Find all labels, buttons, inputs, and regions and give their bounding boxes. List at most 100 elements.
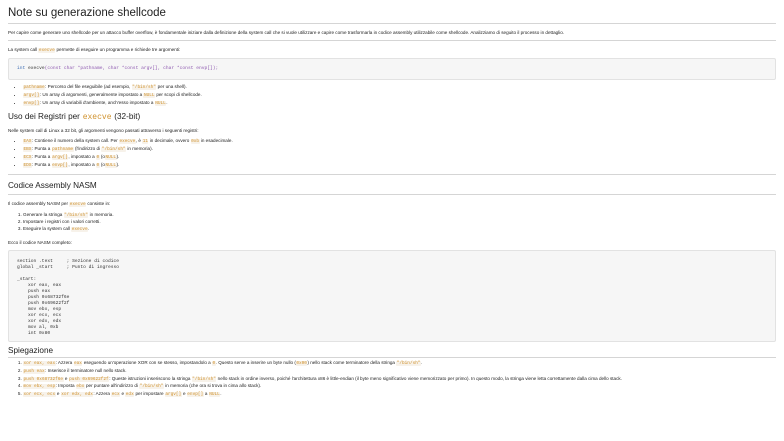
inline-code: NULL bbox=[105, 154, 117, 160]
list-item: pathname: Percorso del file eseguibile (… bbox=[23, 84, 776, 92]
text: per impostare bbox=[135, 391, 164, 397]
nasm-code-intro: Ecco il codice NASM completo: bbox=[8, 239, 72, 245]
syscall-intro: La system call execve permette di esegui… bbox=[8, 46, 776, 54]
explanation-list: xor eax, eax: Azzera eax eseguendo un'op… bbox=[8, 360, 776, 399]
text: consiste in: bbox=[87, 200, 111, 206]
text: . bbox=[220, 391, 222, 397]
divider bbox=[8, 173, 776, 175]
text: : Azzera bbox=[93, 391, 110, 397]
inline-code: ECX bbox=[23, 154, 32, 160]
text: . bbox=[88, 226, 90, 232]
intro-paragraph: Per capire come generare uno shellcode p… bbox=[8, 30, 565, 35]
inline-code: "/bin/sh" bbox=[63, 212, 89, 218]
inline-code: argv[] bbox=[23, 92, 40, 98]
nasm-code-block: section .text ; Sezione di codice global… bbox=[8, 249, 776, 342]
text: : Percorso del file eseguibile (ad esemp… bbox=[45, 84, 131, 89]
inline-code: EDX bbox=[23, 162, 32, 168]
list-item: push eax: Inserisce il terminatore null … bbox=[23, 368, 776, 376]
inline-code: ebx bbox=[75, 384, 85, 390]
text: , impostato a bbox=[68, 161, 95, 167]
list-item: Impostare i registri con i valori corret… bbox=[23, 219, 776, 226]
section-heading-explanation: Spiegazione bbox=[8, 345, 54, 355]
divider bbox=[8, 23, 776, 24]
list-item: EAX: Contiene il numero della system cal… bbox=[23, 138, 776, 146]
text: . bbox=[420, 359, 423, 365]
list-item: xor eax, eax: Azzera eax eseguendo un'op… bbox=[23, 360, 776, 368]
list-item: push 0x68732f6e e push 0x69622f2f: Quest… bbox=[23, 376, 776, 384]
text: : Contiene il numero della system call. … bbox=[31, 138, 118, 144]
list-item: xor ecx, ecx e xor edx, edx: Azzera ecx … bbox=[23, 391, 776, 399]
section-heading-registers: Uso dei Registri per execve (32-bit) bbox=[8, 111, 776, 123]
inline-code: execve bbox=[82, 113, 112, 123]
inline-code: "/bin/sh" bbox=[131, 85, 157, 90]
divider bbox=[8, 40, 776, 41]
inline-code: "/bin/sh" bbox=[191, 376, 217, 382]
list-item: envp[]: Un array di variabili d'ambiente… bbox=[23, 100, 776, 108]
steps-list: Generare la stringa "/bin/sh" in memoria… bbox=[8, 212, 776, 234]
text: : Punta a bbox=[31, 161, 51, 167]
registers-intro: Nelle system call di Linux a 32 bit, gli… bbox=[8, 128, 199, 134]
inline-code: 0 bbox=[95, 162, 100, 168]
text: per scopi di shellcode. bbox=[156, 91, 202, 97]
args-list: pathname: Percorso del file eseguibile (… bbox=[8, 84, 776, 107]
inline-code: xor ecx, ecx bbox=[23, 392, 56, 398]
text: per puntare all'indirizzo di bbox=[86, 383, 138, 389]
text: La system call bbox=[8, 47, 38, 52]
c-code-block: int execve(const char *pathname, char *c… bbox=[8, 58, 776, 80]
text: in memoria). bbox=[127, 146, 153, 152]
text: e bbox=[121, 391, 125, 397]
text: eseguendo un'operazione XOR con se stess… bbox=[83, 359, 211, 365]
text: (l'indirizzo di bbox=[74, 146, 101, 152]
inline-code: pathname bbox=[23, 85, 46, 90]
text: in decimale, ovvero bbox=[149, 138, 190, 144]
text: in memoria. bbox=[89, 211, 114, 217]
inline-code: xor edx, edx bbox=[60, 392, 94, 398]
inline-code: execve bbox=[71, 227, 89, 233]
list-item: EBX: Punta a pathname (l'indirizzo di "/… bbox=[23, 146, 776, 154]
registers-list: EAX: Contiene il numero della system cal… bbox=[8, 138, 776, 169]
inline-code: NULL bbox=[208, 392, 221, 398]
list-item: Generare la stringa "/bin/sh" in memoria… bbox=[23, 212, 776, 220]
text: in esadecimale. bbox=[200, 138, 233, 144]
inline-code: mov ebx, esp bbox=[23, 384, 56, 390]
text: nello stack in ordine inverso, poiché l'… bbox=[217, 375, 622, 381]
text: in memoria (che ora si trova in cima all… bbox=[165, 383, 262, 389]
inline-code: xor eax, eax bbox=[23, 360, 56, 366]
list-item: argv[]: Un array di argomenti, generalme… bbox=[23, 92, 776, 100]
text: : Punta a bbox=[31, 153, 51, 159]
inline-code: "/bin/sh" bbox=[139, 384, 164, 390]
document: Note su generazione shellcode Per capire… bbox=[0, 0, 784, 399]
inline-code: argv[] bbox=[51, 154, 69, 160]
text: e bbox=[64, 375, 68, 381]
list-item: EDX: Punta a envp[], impostato a 0 (oNUL… bbox=[23, 162, 776, 170]
text: : Inserisce il terminatore null nello st… bbox=[45, 367, 127, 373]
inline-code: EAX bbox=[23, 139, 32, 145]
section-heading-nasm: Codice Assembly NASM bbox=[8, 180, 97, 190]
text: ). bbox=[116, 153, 120, 159]
text: Impostare i registri con i valori corret… bbox=[23, 219, 101, 225]
inline-code: "/bin/sh" bbox=[396, 360, 421, 366]
text: Uso dei Registri per bbox=[8, 112, 80, 122]
code-args: (const char *pathname, char *const argv[… bbox=[44, 66, 219, 71]
list-item: Eseguire la system call execve. bbox=[23, 226, 776, 234]
inline-code: NULL bbox=[143, 92, 156, 98]
text: : Azzera bbox=[55, 359, 73, 365]
text: ). bbox=[116, 161, 120, 167]
text: permette di eseguire un programma e rich… bbox=[56, 47, 181, 52]
text: ) nello stack come terminatore della str… bbox=[307, 359, 395, 365]
inline-code: EBX bbox=[23, 147, 32, 153]
list-item: ECX: Punta a argv[], impostato a 0 (oNUL… bbox=[23, 154, 776, 162]
code-type: int bbox=[17, 66, 26, 71]
page-title: Note su generazione shellcode bbox=[8, 7, 166, 19]
inline-code: envp[] bbox=[51, 162, 69, 168]
inline-code: 0xb bbox=[190, 139, 200, 145]
text: per una shell). bbox=[157, 84, 187, 89]
inline-code: 0x00 bbox=[295, 360, 308, 366]
text: Generare la stringa bbox=[23, 211, 63, 217]
nasm-intro: Il codice assembly NASM per execve consi… bbox=[8, 200, 776, 208]
inline-code: execve bbox=[69, 201, 87, 207]
text: , è bbox=[135, 138, 141, 144]
inline-code: push eax bbox=[23, 368, 46, 374]
inline-code: NULL bbox=[154, 100, 167, 106]
text: . bbox=[166, 99, 168, 105]
